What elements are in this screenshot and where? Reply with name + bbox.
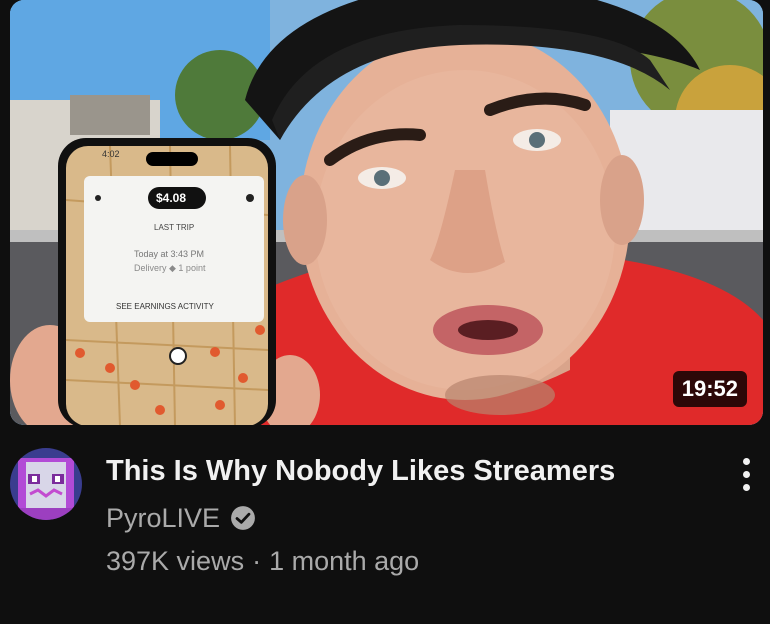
video-thumbnail[interactable]: 4:02 $4.08 LAST TRIP Today at 3:43 PM De…: [10, 0, 763, 425]
channel-row[interactable]: PyroLIVE: [106, 500, 256, 536]
thumbnail-image: [10, 0, 763, 425]
phone-time: 4:02: [102, 149, 120, 159]
upload-age: 1 month ago: [269, 546, 420, 576]
video-title[interactable]: This Is Why Nobody Likes Streamers: [106, 452, 686, 490]
video-metadata: 397K views · 1 month ago: [106, 544, 419, 578]
phone-trip-detail: Delivery ◆ 1 point: [134, 263, 206, 273]
phone-trip-time: Today at 3:43 PM: [134, 249, 205, 259]
meta-separator: ·: [252, 546, 262, 576]
channel-name[interactable]: PyroLIVE: [106, 503, 220, 534]
phone-earnings-link: SEE EARNINGS ACTIVITY: [116, 302, 214, 311]
phone-earnings-amount: $4.08: [156, 191, 187, 205]
channel-avatar[interactable]: [10, 448, 82, 520]
view-count: 397K views: [106, 546, 245, 576]
phone-last-trip-label: LAST TRIP: [154, 223, 195, 232]
verified-check-icon: [231, 506, 255, 530]
avatar-image: [10, 448, 82, 520]
more-vertical-icon: [742, 457, 750, 465]
more-options-button[interactable]: [728, 452, 764, 496]
video-duration-badge: 19:52: [672, 371, 747, 407]
